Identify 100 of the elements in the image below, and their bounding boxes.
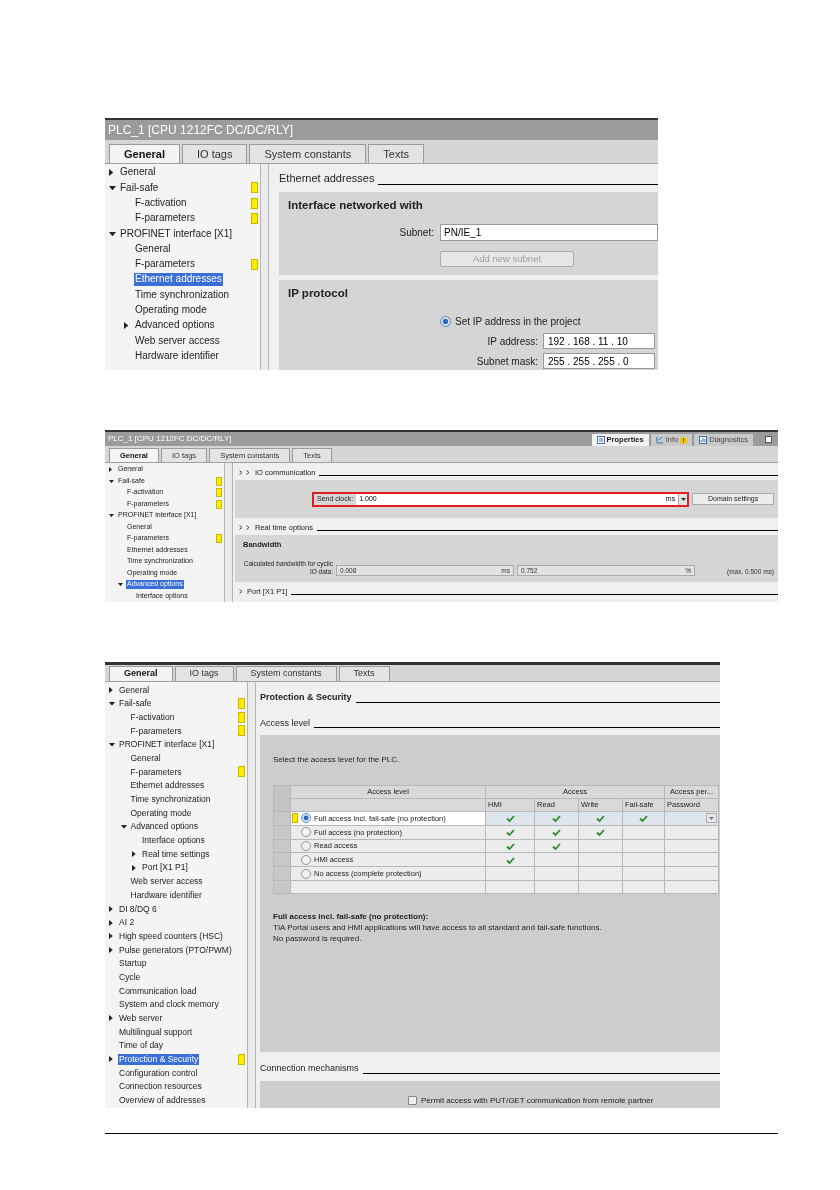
tree-item[interactable]: Multilingual support [118,1026,194,1038]
tree-item[interactable]: Protection & Security [118,1054,200,1065]
section-heading: Connection mechanisms [260,1062,359,1075]
tree-item[interactable]: Web server [118,1013,164,1024]
radio-button[interactable] [301,868,311,879]
caret-down-icon[interactable] [120,824,127,829]
caret-down-icon[interactable] [109,701,115,706]
tab[interactable]: IO tags [174,666,234,681]
tree-item[interactable]: Fail-safe [119,181,160,195]
tree-item[interactable]: Hardware identifier [134,349,220,363]
tree-item[interactable]: Startup [118,958,148,969]
tree-item[interactable]: PROFINET interface [X1] [119,227,234,241]
dropdown-button[interactable] [678,493,688,505]
tab[interactable]: Texts [368,144,424,163]
caret-right-icon[interactable] [109,467,113,473]
caret-right-icon[interactable] [109,169,114,177]
option-label: Set IP address in the project [455,315,581,329]
caret-right-icon[interactable] [109,919,113,926]
radio-button[interactable] [301,813,311,824]
chevron-icon[interactable] [239,589,243,595]
checkbox[interactable] [408,1096,417,1105]
tree-item[interactable]: F-parameters [129,725,183,737]
caret-right-icon[interactable] [109,933,113,940]
tree-item[interactable]: Fail-safe [118,698,153,709]
tree-item[interactable]: High speed counters (HSC) [118,930,224,942]
tree-item[interactable]: System and clock memory [118,999,220,1010]
tree-item[interactable]: Advanced options [129,821,200,833]
tree-item[interactable]: Hardware identifier [129,889,203,901]
tree-item[interactable]: Pulse generators (PTO/PWM) [118,944,233,956]
caret-right-icon[interactable] [109,905,113,912]
tree-item[interactable]: Cycle [118,971,142,983]
tab[interactable]: Texts [338,666,390,681]
tree-item[interactable]: General [134,242,172,256]
tab[interactable]: General [109,666,173,681]
instruction-text: Select the access level for the PLC. [273,754,401,766]
tree-item[interactable]: Operating mode [129,807,193,819]
tree-item[interactable]: Ethernet addresses [134,273,223,286]
tree-item[interactable]: Communication load [118,985,198,997]
address-field[interactable]: 192 . 168 . 11 . 10 [543,333,655,349]
caret-right-icon[interactable] [109,1056,113,1063]
tree-item[interactable]: Port [X1 P1] [141,862,189,874]
tab[interactable]: System constants [235,666,337,681]
double-chevron-icon[interactable] [239,470,251,475]
tree-item[interactable]: Real time settings [141,848,211,860]
tab[interactable]: General [109,144,180,163]
caret-down-icon [680,497,686,501]
caret-right-icon[interactable] [132,864,136,871]
caret-down-icon[interactable] [109,231,116,236]
tree-item[interactable]: Time of day [118,1040,165,1052]
caret-down-icon[interactable] [109,479,114,483]
caret-down-icon[interactable] [118,583,123,587]
scrollbar[interactable] [260,164,269,370]
tree-item[interactable]: Time synchronization [134,288,231,302]
tree-item[interactable]: Connection resources [118,1081,203,1093]
tree-item[interactable]: Time synchronization [129,794,212,805]
tree-item[interactable]: General [119,166,157,179]
tree-item[interactable]: F-parameters [134,258,196,271]
panel-title: IP protocol [288,285,349,301]
tab[interactable]: IO tags [181,144,248,163]
caret-right-icon[interactable] [124,322,129,330]
chart-icon [699,436,708,444]
tree-item[interactable]: Advanced options [134,319,216,332]
window-icon[interactable] [765,436,772,443]
tree-item[interactable]: F-parameters [129,766,183,778]
arrows-icon [655,436,664,444]
field-label: Subnet: [398,225,434,240]
tree-item[interactable]: F-activation [129,711,176,723]
tree-item[interactable]: Configuration control [118,1067,199,1079]
tree-item[interactable]: Web server access [134,334,221,348]
tree-item[interactable]: Interface options [141,835,206,846]
caret-down-icon[interactable] [109,514,114,518]
radio-button[interactable] [440,316,451,327]
scrollbar[interactable] [247,682,256,1108]
subnet-field[interactable]: PN/IE_1 [440,223,658,241]
checkbox-label: Permit access with PUT/GET communication from remote partner [421,1094,654,1107]
tree-item[interactable]: F-activation [134,197,188,210]
caret-right-icon[interactable] [132,851,136,858]
radio-button[interactable] [301,854,311,865]
field-label: Subnet mask: [476,354,538,369]
tree-item[interactable]: AI 2 [118,917,136,928]
tree-item[interactable]: Operating mode [134,304,208,317]
caret-right-icon[interactable] [109,946,113,953]
tree-item[interactable]: F-parameters [134,212,196,225]
scrollbar[interactable] [224,463,233,602]
caret-down-icon[interactable] [109,742,115,747]
caret-down-icon[interactable] [109,185,116,191]
tree-item[interactable]: PROFINET interface [X1] [118,739,216,750]
tree-item[interactable]: General [118,684,151,696]
tab[interactable]: System constants [249,144,367,163]
radio-button[interactable] [301,841,311,851]
tree-item[interactable]: Web server access [129,876,204,887]
tree-item[interactable]: Overview of addresses [118,1095,207,1106]
address-field[interactable]: 255 . 255 . 255 . 0 [543,353,655,369]
radio-button[interactable] [301,827,311,838]
double-chevron-icon[interactable] [239,525,251,530]
tree-item[interactable]: General [129,752,162,764]
caret-right-icon[interactable] [109,686,113,693]
caret-right-icon[interactable] [109,1015,113,1022]
tree-item[interactable]: DI 8/DQ 6 [118,903,158,915]
tree-item[interactable]: Ethernet addresses [129,780,206,791]
